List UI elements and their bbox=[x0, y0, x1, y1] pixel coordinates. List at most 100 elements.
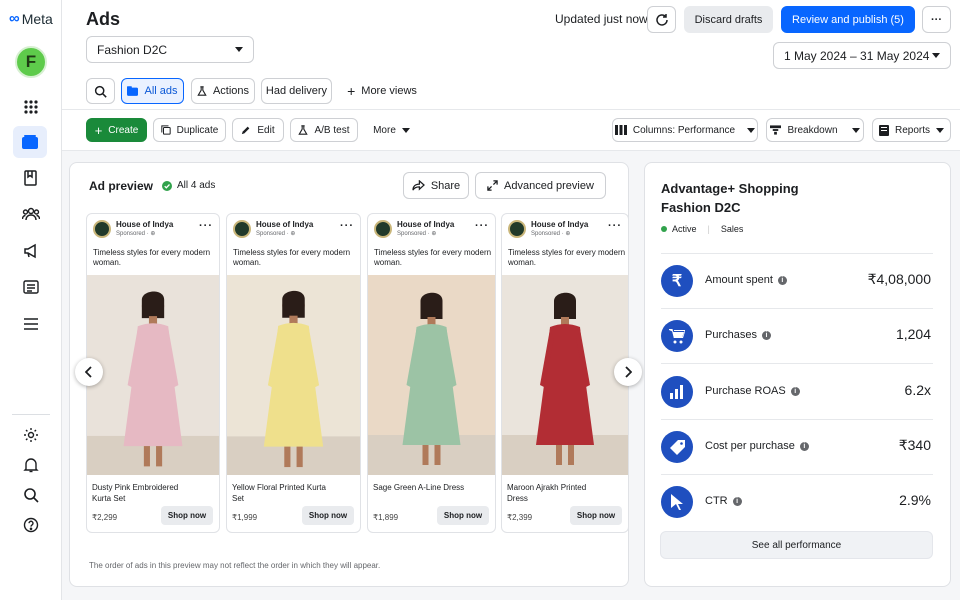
flask-icon bbox=[197, 86, 207, 96]
product-image-graphic bbox=[502, 275, 628, 475]
avatar-letter: F bbox=[25, 52, 37, 71]
ad-options-icon[interactable]: ··· bbox=[475, 220, 489, 232]
more-views-button[interactable]: + More views bbox=[341, 78, 423, 104]
ad-card[interactable]: House of Indya Sponsored · ⊕ ··· Timeles… bbox=[501, 213, 629, 533]
breakdown-button[interactable]: Breakdown bbox=[766, 118, 864, 142]
tab-had-delivery[interactable]: Had delivery bbox=[261, 78, 332, 104]
ad-card-header: House of Indya Sponsored · ⊕ bbox=[508, 220, 588, 238]
metric-row: Purchases i 1,204 bbox=[661, 310, 933, 364]
info-icon[interactable]: i bbox=[761, 330, 771, 340]
info-icon[interactable]: i bbox=[790, 386, 800, 396]
notifications-bell-icon[interactable] bbox=[17, 451, 45, 479]
objective-label: Sales bbox=[720, 224, 744, 234]
ad-card[interactable]: House of Indya Sponsored · ⊕ ··· Timeles… bbox=[226, 213, 361, 533]
search-button[interactable] bbox=[86, 78, 115, 104]
shop-now-button[interactable]: Shop now bbox=[437, 506, 489, 525]
share-icon bbox=[412, 180, 425, 191]
rail-audiences-icon[interactable] bbox=[17, 200, 45, 228]
rail-megaphone-icon[interactable] bbox=[17, 237, 45, 265]
ad-brand: House of Indya bbox=[531, 220, 589, 229]
ad-filter[interactable]: All 4 ads bbox=[162, 180, 215, 191]
shop-now-button[interactable]: Shop now bbox=[570, 506, 622, 525]
ad-preview-panel: Ad preview All 4 ads Share Advanced prev… bbox=[69, 162, 642, 587]
ad-card[interactable]: House of Indya Sponsored · ⊕ ··· Timeles… bbox=[367, 213, 496, 533]
meta-logo[interactable]: ∞ Meta bbox=[9, 10, 53, 27]
ad-preview-title: Ad preview bbox=[89, 179, 154, 193]
refresh-button[interactable] bbox=[647, 6, 676, 33]
shop-now-button[interactable]: Shop now bbox=[161, 506, 213, 525]
ab-test-button[interactable]: A/B test bbox=[290, 118, 358, 142]
chevron-down-icon bbox=[932, 53, 940, 58]
create-button[interactable]: + Create bbox=[86, 118, 147, 142]
product-image bbox=[502, 275, 628, 475]
duplicate-button[interactable]: Duplicate bbox=[153, 118, 226, 142]
cursor-icon bbox=[661, 486, 693, 518]
more-actions-button[interactable]: More bbox=[364, 118, 419, 142]
refresh-icon bbox=[655, 13, 668, 26]
see-all-performance-button[interactable]: See all performance bbox=[660, 531, 933, 559]
more-options-button[interactable]: ··· bbox=[922, 6, 951, 33]
metric-row: CTR i 2.9% bbox=[661, 476, 933, 530]
reports-button[interactable]: Reports bbox=[872, 118, 951, 142]
columns-icon bbox=[614, 125, 627, 135]
metric-label: Amount spent bbox=[705, 274, 773, 286]
ad-options-icon[interactable]: ··· bbox=[340, 220, 354, 232]
ad-card[interactable]: House of Indya Sponsored · ⊕ ··· Timeles… bbox=[86, 213, 220, 533]
metric-label: Cost per purchase bbox=[705, 440, 795, 452]
tab-all-ads[interactable]: All ads bbox=[121, 78, 184, 104]
help-icon[interactable] bbox=[17, 511, 45, 539]
ad-sponsored: Sponsored · ⊕ bbox=[531, 231, 571, 237]
date-range-select[interactable]: 1 May 2024 – 31 May 2024 bbox=[773, 42, 951, 69]
product-name: Sage Green A-Line Dress bbox=[373, 483, 465, 492]
reports-icon bbox=[878, 124, 889, 136]
rail-search-icon[interactable] bbox=[17, 481, 45, 509]
ad-filter-label: All 4 ads bbox=[177, 180, 216, 191]
advanced-preview-button[interactable]: Advanced preview bbox=[475, 172, 606, 199]
shop-now-button[interactable]: Shop now bbox=[302, 506, 354, 525]
discard-drafts-button[interactable]: Discard drafts bbox=[684, 6, 773, 33]
info-icon[interactable]: i bbox=[799, 441, 809, 451]
campaign-status: Active | Sales bbox=[661, 224, 743, 234]
share-button[interactable]: Share bbox=[403, 172, 469, 199]
status-label: Active bbox=[672, 224, 697, 234]
page-title: Ads bbox=[86, 9, 121, 29]
review-publish-button[interactable]: Review and publish (5) bbox=[781, 6, 915, 33]
chevron-down-icon bbox=[747, 127, 756, 133]
ad-options-icon[interactable]: ··· bbox=[199, 220, 213, 232]
info-icon[interactable]: i bbox=[732, 496, 742, 506]
columns-label: Columns: Performance bbox=[632, 124, 736, 136]
carousel-prev-button[interactable] bbox=[75, 358, 103, 386]
metric-label-row: Purchases i bbox=[705, 329, 771, 341]
rail-ads-manager-icon[interactable] bbox=[13, 126, 47, 158]
flask-icon bbox=[298, 125, 309, 135]
product-image bbox=[87, 275, 219, 475]
duplicate-label: Duplicate bbox=[176, 124, 219, 136]
product-price: ₹2,299 bbox=[92, 513, 118, 522]
chevron-right-icon bbox=[625, 366, 632, 378]
rail-menu-icon[interactable] bbox=[17, 310, 45, 338]
ad-sponsored: Sponsored · ⊕ bbox=[116, 231, 156, 237]
ad-options-icon[interactable]: ··· bbox=[608, 220, 622, 232]
rail-billing-icon[interactable] bbox=[17, 273, 45, 301]
avatar[interactable]: F bbox=[15, 46, 47, 78]
product-image-graphic bbox=[227, 275, 360, 475]
advanced-preview-label: Advanced preview bbox=[504, 179, 594, 192]
chevron-left-icon bbox=[85, 366, 92, 378]
tab-actions-label: Actions bbox=[212, 85, 250, 97]
account-select[interactable]: Fashion D2C bbox=[86, 36, 254, 63]
ad-card-brand-block: House of Indya Sponsored · ⊕ bbox=[397, 220, 454, 238]
ad-brand: House of Indya bbox=[256, 220, 314, 229]
columns-button[interactable]: Columns: Performance bbox=[612, 118, 758, 142]
settings-gear-icon[interactable] bbox=[17, 421, 45, 449]
chevron-down-icon bbox=[851, 127, 860, 133]
tab-actions[interactable]: Actions bbox=[191, 78, 255, 104]
meta-logo-text: Meta bbox=[21, 10, 53, 27]
rail-apps-icon[interactable] bbox=[17, 93, 45, 121]
carousel-next-button[interactable] bbox=[614, 358, 642, 386]
chevron-down-icon bbox=[936, 127, 944, 133]
update-status: Updated just now bbox=[555, 12, 648, 26]
edit-button[interactable]: Edit bbox=[232, 118, 284, 142]
breakdown-label: Breakdown bbox=[787, 124, 838, 136]
rail-catalog-icon[interactable] bbox=[17, 164, 45, 192]
info-icon[interactable]: i bbox=[777, 275, 787, 285]
